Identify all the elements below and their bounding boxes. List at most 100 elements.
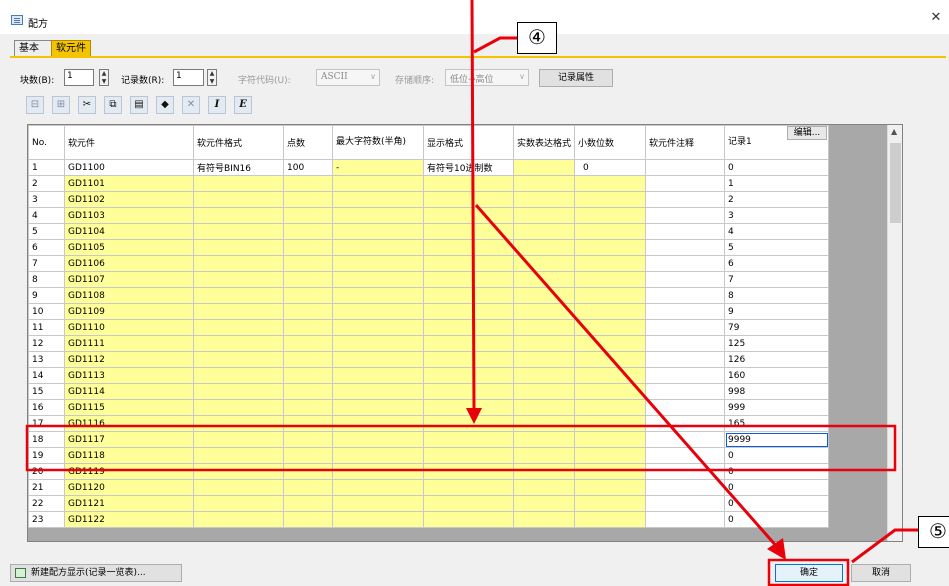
cell-display[interactable] xyxy=(423,415,514,432)
cell-maxchars[interactable] xyxy=(332,351,424,368)
cell-realfmt[interactable] xyxy=(513,239,575,256)
cell-format[interactable] xyxy=(193,239,284,256)
cell-maxchars[interactable] xyxy=(332,191,424,208)
cell-device[interactable]: GD1106 xyxy=(64,255,194,272)
cell-format[interactable] xyxy=(193,271,284,288)
erase-icon[interactable]: ◆ xyxy=(156,96,174,114)
cell-points[interactable] xyxy=(283,271,333,288)
cell-realfmt[interactable] xyxy=(513,463,575,480)
cell-device[interactable]: GD1116 xyxy=(64,415,194,432)
cell-maxchars[interactable] xyxy=(332,383,424,400)
cell-points[interactable] xyxy=(283,207,333,224)
cell-format[interactable] xyxy=(193,335,284,352)
cell-realfmt[interactable] xyxy=(513,303,575,320)
cell-maxchars[interactable] xyxy=(332,415,424,432)
cell-comment[interactable] xyxy=(645,447,725,464)
cell-points[interactable] xyxy=(283,415,333,432)
cell-maxchars[interactable] xyxy=(332,463,424,480)
delete-row-icon[interactable]: ⊞ xyxy=(52,96,70,114)
cell-device[interactable]: GD1108 xyxy=(64,287,194,304)
cell-comment[interactable] xyxy=(645,319,725,336)
cell-comment[interactable] xyxy=(645,431,725,448)
cell-display[interactable] xyxy=(423,287,514,304)
cell-realfmt[interactable] xyxy=(513,383,575,400)
cell-format[interactable] xyxy=(193,495,284,512)
cell-record1[interactable]: 9999 xyxy=(724,431,829,448)
cell-record1[interactable]: 6 xyxy=(724,255,829,272)
cell-comment[interactable] xyxy=(645,255,725,272)
cell-points[interactable] xyxy=(283,223,333,240)
cell-device[interactable]: GD1117 xyxy=(64,431,194,448)
cell-format[interactable]: 有符号BIN16 xyxy=(193,159,284,176)
cell-record1[interactable]: 165 xyxy=(724,415,829,432)
cell-format[interactable] xyxy=(193,463,284,480)
cell-display[interactable] xyxy=(423,239,514,256)
cell-maxchars[interactable]: - xyxy=(332,159,424,176)
cell-format[interactable] xyxy=(193,447,284,464)
cell-record1[interactable]: 4 xyxy=(724,223,829,240)
cell-points[interactable] xyxy=(283,399,333,416)
cell-points[interactable] xyxy=(283,463,333,480)
cell-display[interactable] xyxy=(423,223,514,240)
cell-realfmt[interactable] xyxy=(513,335,575,352)
cell-display[interactable] xyxy=(423,207,514,224)
cell-realfmt[interactable] xyxy=(513,223,575,240)
cell-decimal[interactable] xyxy=(574,207,646,224)
cell-maxchars[interactable] xyxy=(332,271,424,288)
cell-decimal[interactable] xyxy=(574,335,646,352)
cell-device[interactable]: GD1112 xyxy=(64,351,194,368)
cell-points[interactable]: 100 xyxy=(283,159,333,176)
cell-maxchars[interactable] xyxy=(332,511,424,528)
cell-points[interactable] xyxy=(283,335,333,352)
cell-realfmt[interactable] xyxy=(513,159,575,176)
delete-icon[interactable]: ✕ xyxy=(182,96,200,114)
import-icon[interactable]: I xyxy=(208,96,226,114)
cell-device[interactable]: GD1120 xyxy=(64,479,194,496)
cell-realfmt[interactable] xyxy=(513,511,575,528)
cell-comment[interactable] xyxy=(645,415,725,432)
insert-row-icon[interactable]: ⊟ xyxy=(26,96,44,114)
cell-decimal[interactable] xyxy=(574,191,646,208)
cell-points[interactable] xyxy=(283,319,333,336)
cell-record1[interactable]: 160 xyxy=(724,367,829,384)
cell-record1[interactable]: 1 xyxy=(724,175,829,192)
cell-display[interactable] xyxy=(423,463,514,480)
cell-decimal[interactable] xyxy=(574,383,646,400)
cell-decimal[interactable] xyxy=(574,399,646,416)
cell-device[interactable]: GD1113 xyxy=(64,367,194,384)
cell-comment[interactable] xyxy=(645,367,725,384)
cell-maxchars[interactable] xyxy=(332,399,424,416)
edit-record-button[interactable]: 编辑... xyxy=(787,126,827,140)
cell-decimal[interactable] xyxy=(574,495,646,512)
cell-decimal[interactable] xyxy=(574,175,646,192)
cell-realfmt[interactable] xyxy=(513,207,575,224)
cell-display[interactable] xyxy=(423,271,514,288)
cell-decimal[interactable] xyxy=(574,367,646,384)
cell-maxchars[interactable] xyxy=(332,431,424,448)
cell-realfmt[interactable] xyxy=(513,367,575,384)
cell-points[interactable] xyxy=(283,479,333,496)
cell-decimal[interactable] xyxy=(574,431,646,448)
cell-maxchars[interactable] xyxy=(332,495,424,512)
cell-comment[interactable] xyxy=(645,495,725,512)
cell-comment[interactable] xyxy=(645,303,725,320)
cell-record1[interactable]: 0 xyxy=(724,511,829,528)
cell-decimal[interactable] xyxy=(574,239,646,256)
cell-format[interactable] xyxy=(193,511,284,528)
cell-display[interactable] xyxy=(423,511,514,528)
cell-format[interactable] xyxy=(193,431,284,448)
cell-points[interactable] xyxy=(283,191,333,208)
cell-format[interactable] xyxy=(193,383,284,400)
cell-decimal[interactable] xyxy=(574,479,646,496)
cell-decimal[interactable] xyxy=(574,303,646,320)
cell-maxchars[interactable] xyxy=(332,319,424,336)
scroll-thumb[interactable] xyxy=(890,143,901,223)
cell-device[interactable]: GD1110 xyxy=(64,319,194,336)
cell-device[interactable]: GD1118 xyxy=(64,447,194,464)
records-stepper[interactable]: ▲ ▼ xyxy=(207,69,217,86)
cell-device[interactable]: GD1122 xyxy=(64,511,194,528)
cell-realfmt[interactable] xyxy=(513,191,575,208)
cell-maxchars[interactable] xyxy=(332,303,424,320)
cell-decimal[interactable] xyxy=(574,271,646,288)
cell-maxchars[interactable] xyxy=(332,223,424,240)
